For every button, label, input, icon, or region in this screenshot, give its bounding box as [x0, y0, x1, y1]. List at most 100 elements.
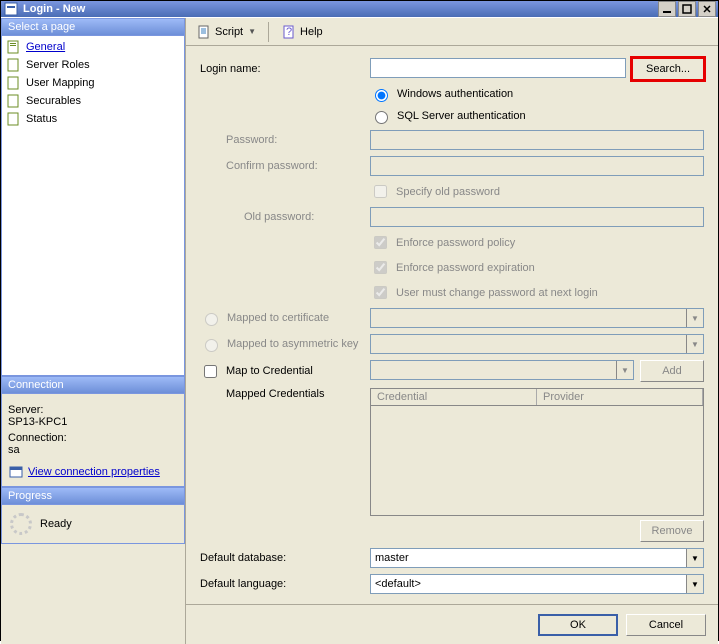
- progress-status: Ready: [40, 518, 72, 530]
- chevron-down-icon: ▼: [248, 27, 256, 36]
- login-name-input[interactable]: [370, 58, 626, 78]
- map-asym-radio: [205, 339, 218, 352]
- chevron-down-icon: ▼: [686, 309, 703, 327]
- map-cert-label: Mapped to certificate: [227, 312, 329, 324]
- default-lang-value: <default>: [371, 578, 686, 590]
- sidebar-item-label: Status: [26, 113, 57, 125]
- view-connection-properties-link[interactable]: View connection properties: [8, 464, 178, 480]
- connection-header: Connection: [1, 376, 185, 394]
- sidebar-item-label: Server Roles: [26, 59, 90, 71]
- chevron-down-icon: ▼: [686, 335, 703, 353]
- enforce-expire-label: Enforce password expiration: [396, 262, 535, 274]
- default-lang-label: Default language:: [200, 578, 370, 590]
- enforce-policy-checkbox: Enforce password policy: [370, 233, 704, 252]
- sidebar-item-label: Securables: [26, 95, 81, 107]
- certificate-select: ▼: [370, 308, 704, 328]
- sql-auth-input[interactable]: [375, 111, 388, 124]
- help-button[interactable]: ? Help: [277, 22, 327, 42]
- enforce-expire-cb: [374, 261, 387, 274]
- windows-auth-label: Windows authentication: [397, 88, 513, 100]
- page-icon: [6, 111, 22, 127]
- page-icon: [6, 93, 22, 109]
- add-button: Add: [640, 360, 704, 382]
- grid-col-provider: Provider: [537, 389, 703, 405]
- sidebar-item-user-mapping[interactable]: User Mapping: [2, 74, 184, 92]
- default-language-select[interactable]: <default>▼: [370, 574, 704, 594]
- page-icon: [6, 39, 22, 55]
- script-icon: [196, 24, 212, 40]
- progress-spinner-icon: [10, 513, 32, 535]
- chevron-down-icon[interactable]: ▼: [686, 549, 703, 567]
- svg-text:?: ?: [286, 26, 292, 38]
- map-credential-label: Map to Credential: [226, 365, 313, 377]
- specify-old-cb: [374, 185, 387, 198]
- help-icon: ?: [281, 24, 297, 40]
- page-icon: [6, 57, 22, 73]
- password-input: [370, 130, 704, 150]
- map-credential-cb[interactable]: [204, 365, 217, 378]
- credentials-grid-header: Credential Provider: [370, 388, 704, 406]
- sql-auth-radio[interactable]: SQL Server authentication: [370, 108, 704, 124]
- must-change-cb: [374, 286, 387, 299]
- search-button[interactable]: Search...: [632, 58, 704, 80]
- left-column: Select a page General Server Roles User …: [1, 18, 185, 644]
- default-db-value: master: [371, 552, 686, 564]
- progress-panel: Ready: [1, 505, 185, 544]
- chevron-down-icon[interactable]: ▼: [686, 575, 703, 593]
- mapped-credentials-label: Mapped Credentials: [200, 388, 370, 400]
- confirm-password-label: Confirm password:: [200, 160, 370, 172]
- form-area: Login name: Search... Windows authentica…: [186, 46, 718, 604]
- old-password-label: Old password:: [200, 211, 370, 223]
- sidebar-item-status[interactable]: Status: [2, 110, 184, 128]
- default-database-select[interactable]: master▼: [370, 548, 704, 568]
- old-password-input: [370, 207, 704, 227]
- remove-button: Remove: [640, 520, 704, 542]
- enforce-policy-label: Enforce password policy: [396, 237, 515, 249]
- select-page-header: Select a page: [1, 18, 185, 36]
- map-cert-radio: [205, 313, 218, 326]
- script-button[interactable]: Script ▼: [192, 22, 260, 42]
- grid-col-credential: Credential: [371, 389, 537, 405]
- sidebar-item-label: General: [26, 41, 65, 53]
- link-text: View connection properties: [28, 466, 160, 478]
- must-change-checkbox: User must change password at next login: [370, 283, 704, 302]
- login-name-label: Login name:: [200, 63, 370, 75]
- separator: [268, 22, 269, 42]
- properties-icon: [8, 464, 24, 480]
- script-label: Script: [215, 26, 243, 38]
- window-title: Login - New: [23, 3, 656, 15]
- sidebar-item-server-roles[interactable]: Server Roles: [2, 56, 184, 74]
- map-asym-label: Mapped to asymmetric key: [227, 338, 358, 350]
- confirm-password-input: [370, 156, 704, 176]
- server-label: Server:: [8, 404, 178, 416]
- sidebar-item-label: User Mapping: [26, 77, 94, 89]
- specify-old-password-checkbox: Specify old password: [370, 182, 704, 201]
- sql-auth-label: SQL Server authentication: [397, 110, 526, 122]
- close-button[interactable]: [698, 1, 716, 17]
- sidebar-item-general[interactable]: General: [2, 38, 184, 56]
- sidebar-item-securables[interactable]: Securables: [2, 92, 184, 110]
- cancel-button[interactable]: Cancel: [626, 614, 706, 636]
- specify-old-label: Specify old password: [396, 186, 500, 198]
- credential-select: ▼: [370, 360, 634, 380]
- server-value: SP13-KPC1: [8, 416, 178, 428]
- windows-auth-radio[interactable]: Windows authentication: [370, 86, 704, 102]
- progress-header: Progress: [1, 487, 185, 505]
- dialog-button-bar: OK Cancel: [186, 604, 718, 644]
- default-db-label: Default database:: [200, 552, 370, 564]
- credentials-grid-body: [370, 406, 704, 516]
- windows-auth-input[interactable]: [375, 89, 388, 102]
- connection-panel: Server: SP13-KPC1 Connection: sa View co…: [1, 394, 185, 487]
- connection-value: sa: [8, 444, 178, 456]
- ok-button[interactable]: OK: [538, 614, 618, 636]
- must-change-label: User must change password at next login: [396, 287, 598, 299]
- titlebar: Login - New: [1, 1, 718, 17]
- asymmetric-key-select: ▼: [370, 334, 704, 354]
- chevron-down-icon: ▼: [616, 361, 633, 379]
- password-label: Password:: [200, 134, 370, 146]
- minimize-button[interactable]: [658, 1, 676, 17]
- page-icon: [6, 75, 22, 91]
- help-label: Help: [300, 26, 323, 38]
- maximize-button[interactable]: [678, 1, 696, 17]
- app-icon: [3, 1, 19, 17]
